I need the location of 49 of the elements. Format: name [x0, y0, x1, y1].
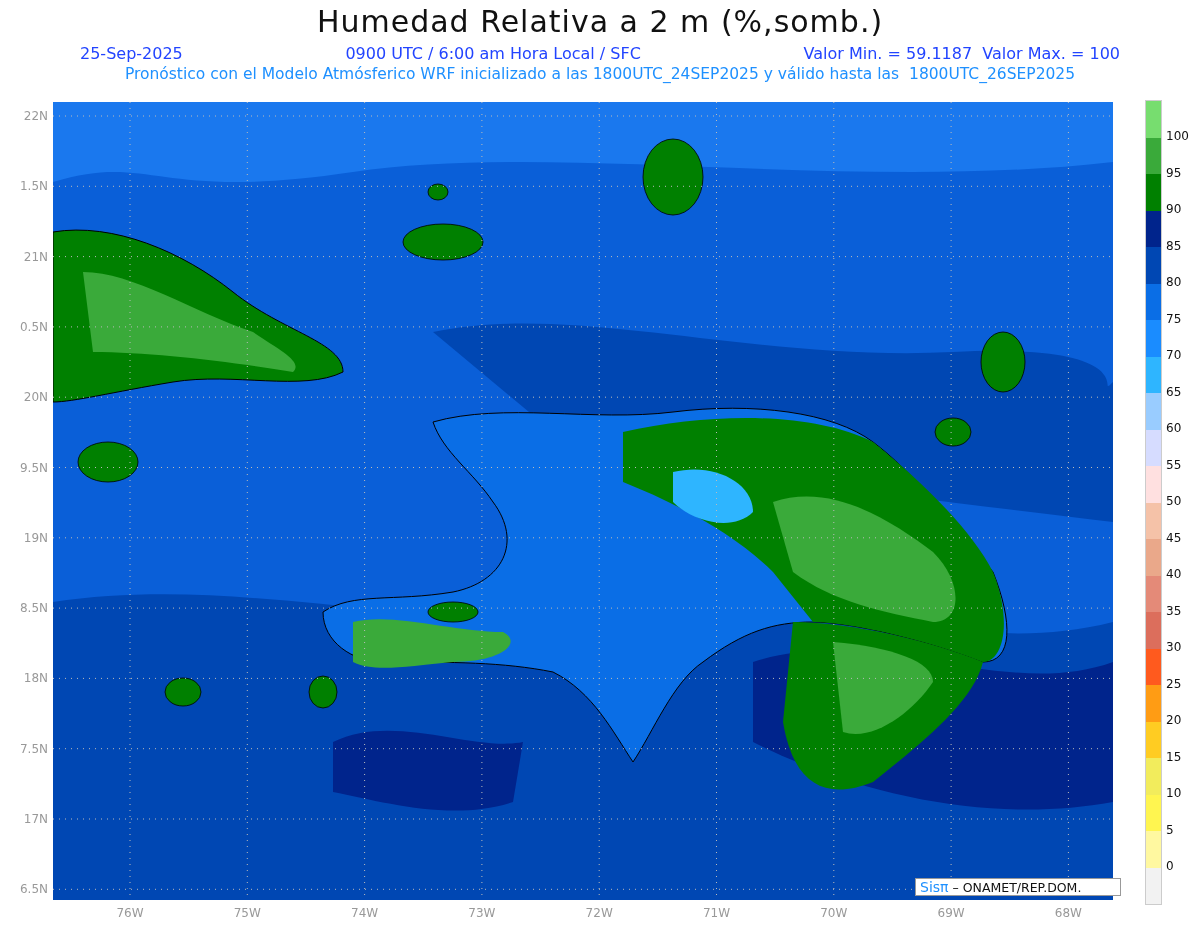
- date-label: 25-Sep-2025: [80, 44, 183, 63]
- model-info-text: Pronóstico con el Modelo Atmósferico WRF inicializado a las 1800UTC_24SEP2025 y válido hasta las 1800UTC_26SEP2025: [124, 65, 1076, 83]
- scale-label: 95: [1166, 164, 1183, 182]
- latitude-label: 22N: [23, 109, 48, 123]
- scale-label: 0: [1166, 858, 1175, 876]
- scale-label: 55: [1166, 456, 1183, 474]
- time-label: 0900 UTC / 6:00 am Hora Local / SFC: [345, 44, 641, 63]
- logo-text: Sisπ: [920, 879, 949, 895]
- scale-label: 35: [1166, 602, 1183, 620]
- longitude-label: 70W: [820, 906, 848, 920]
- latitude-label: 8.5N: [19, 601, 48, 616]
- latitude-label: 1.5N: [19, 179, 48, 194]
- latitude-label: 17N: [23, 812, 48, 826]
- longitude-label: 69W: [937, 906, 965, 920]
- scale-label: 80: [1166, 274, 1183, 292]
- latitude-label: 18N: [23, 671, 48, 686]
- scale-label: 25: [1166, 675, 1183, 693]
- latitude-label: 21N: [23, 249, 48, 264]
- chart-title: Humedad Relativa a 2 m (%,somb.): [316, 3, 884, 41]
- longitude-label: 75W: [233, 906, 261, 920]
- latitude-label: 6.5N: [19, 882, 48, 897]
- latitude-label: 0.5N: [19, 319, 48, 334]
- latitude-label: 20N: [23, 390, 48, 405]
- longitude-label: 74W: [351, 906, 379, 920]
- scale-label: 60: [1166, 420, 1183, 438]
- scale-label: 90: [1166, 201, 1183, 219]
- scale-label: 100: [1166, 128, 1189, 146]
- scale-label: 10: [1166, 785, 1183, 803]
- latitude-label: 7.5N: [19, 741, 48, 756]
- scale-label: 20: [1166, 712, 1183, 730]
- scale-label: 50: [1166, 493, 1183, 511]
- scale-label: 45: [1166, 529, 1183, 547]
- scale-label: 40: [1166, 566, 1183, 584]
- scale-label: 70: [1166, 347, 1183, 365]
- longitude-label: 76W: [116, 906, 144, 920]
- value-range-label: Valor Min. = 59.1187 Valor Max. = 100: [803, 44, 1120, 63]
- scale-label: 5: [1166, 821, 1175, 839]
- latitude-label: 19N: [23, 530, 48, 545]
- scale-label: 65: [1166, 383, 1183, 401]
- scale-label: 85: [1166, 237, 1183, 255]
- latitude-label: 9.5N: [19, 460, 48, 475]
- scale-label: 15: [1166, 748, 1183, 766]
- credit-text: – ONAMET/REP.DOM.: [952, 879, 1082, 895]
- scale-label: 75: [1166, 310, 1183, 328]
- longitude-label: 68W: [1054, 906, 1082, 920]
- longitude-label: 71W: [702, 906, 731, 920]
- scale-label: 30: [1166, 639, 1183, 657]
- longitude-label: 72W: [585, 906, 613, 920]
- longitude-label: 73W: [468, 906, 496, 920]
